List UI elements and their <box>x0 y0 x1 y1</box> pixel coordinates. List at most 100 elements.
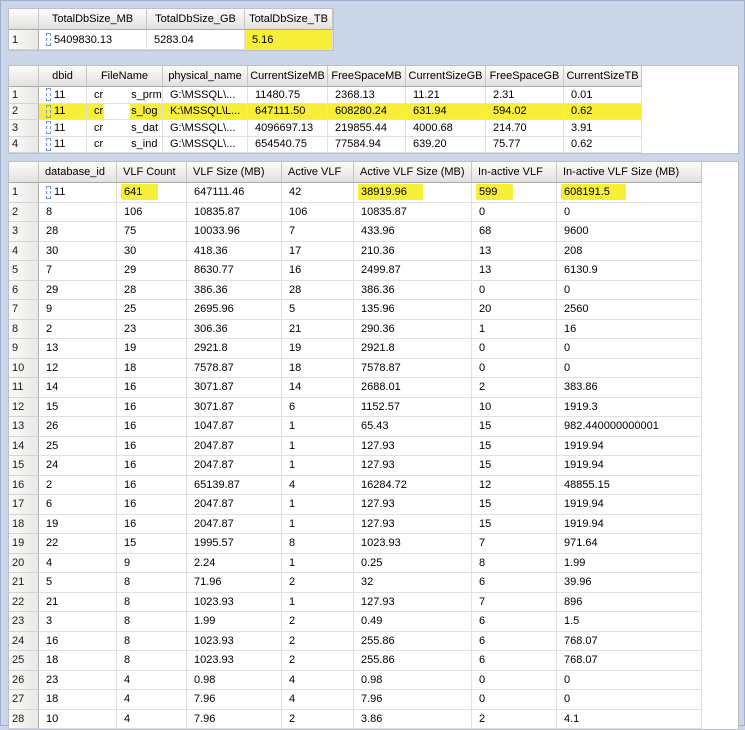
cell[interactable]: 2499.87 <box>354 261 472 281</box>
cell[interactable]: 6 <box>472 612 557 632</box>
cell[interactable]: 1 <box>282 514 354 534</box>
cell[interactable]: 15 <box>472 436 557 456</box>
cell[interactable]: 28 <box>39 222 117 242</box>
cell[interactable]: 1.99 <box>187 612 282 632</box>
cell[interactable]: 647111.46 <box>187 183 282 203</box>
row-header[interactable]: 23 <box>9 612 39 632</box>
cell[interactable]: 30 <box>39 241 117 261</box>
cell[interactable]: 106 <box>117 202 187 222</box>
cell[interactable]: 2 <box>472 378 557 398</box>
cell[interactable]: 768.07 <box>557 651 702 671</box>
cell[interactable]: 15 <box>472 495 557 515</box>
cell[interactable]: 14 <box>39 378 117 398</box>
cell[interactable]: 0 <box>557 670 702 690</box>
cell[interactable]: 1 <box>282 436 354 456</box>
row-header[interactable]: 13 <box>9 417 39 437</box>
cell[interactable]: 1919.94 <box>557 456 702 476</box>
cell[interactable]: 2921.8 <box>354 339 472 359</box>
cell[interactable]: 65.43 <box>354 417 472 437</box>
row-header[interactable]: 24 <box>9 631 39 651</box>
cell[interactable]: 30 <box>117 241 187 261</box>
cell[interactable]: 971.64 <box>557 534 702 554</box>
cell[interactable]: 18 <box>282 358 354 378</box>
cell[interactable]: cr s_dat <box>87 120 163 137</box>
cell[interactable]: 1047.87 <box>187 417 282 437</box>
row-header[interactable]: 10 <box>9 358 39 378</box>
column-header-totaldbsize-mb[interactable]: TotalDbSize_MB <box>39 9 147 30</box>
cell[interactable]: 3.86 <box>354 709 472 729</box>
cell[interactable]: 6 <box>472 651 557 671</box>
column-header-dbid[interactable]: dbid <box>39 66 87 87</box>
cell[interactable]: 1919.94 <box>557 495 702 515</box>
row-header[interactable]: 3 <box>9 120 39 137</box>
cell[interactable]: 4 <box>282 475 354 495</box>
cell[interactable]: K:\MSSQL\L... <box>163 103 248 120</box>
cell[interactable]: 2 <box>282 631 354 651</box>
cell[interactable]: 23 <box>39 670 117 690</box>
cell[interactable]: 15 <box>472 456 557 476</box>
cell[interactable]: 18 <box>39 690 117 710</box>
row-header[interactable]: 12 <box>9 397 39 417</box>
column-header-active-vlf-size-mb[interactable]: Active VLF Size (MB) <box>354 162 472 183</box>
cell[interactable]: 4 <box>117 670 187 690</box>
cell[interactable]: 0.98 <box>354 670 472 690</box>
cell[interactable]: 28 <box>117 280 187 300</box>
cell[interactable]: 4 <box>117 709 187 729</box>
cell[interactable]: 11480.75 <box>248 87 328 104</box>
cell[interactable]: 15 <box>472 514 557 534</box>
cell[interactable]: 127.93 <box>354 436 472 456</box>
cell[interactable]: 2047.87 <box>187 514 282 534</box>
cell[interactable]: 0.62 <box>564 103 642 120</box>
cell[interactable]: 4 <box>117 690 187 710</box>
row-header[interactable]: 4 <box>9 136 39 153</box>
column-header-currentsizemb[interactable]: CurrentSizeMB <box>248 66 328 87</box>
cell[interactable]: 127.93 <box>354 495 472 515</box>
cell[interactable]: 65139.87 <box>187 475 282 495</box>
cell[interactable]: 15 <box>472 417 557 437</box>
cell[interactable]: 7 <box>39 261 117 281</box>
cell[interactable]: 2921.8 <box>187 339 282 359</box>
cell[interactable]: 10 <box>39 709 117 729</box>
row-header[interactable]: 17 <box>9 495 39 515</box>
cell[interactable]: 11 <box>39 87 87 104</box>
cell[interactable]: 21 <box>282 319 354 339</box>
column-header-filename[interactable]: FileName <box>87 66 163 87</box>
cell[interactable]: 7578.87 <box>354 358 472 378</box>
cell[interactable]: 2 <box>282 573 354 593</box>
cell[interactable]: 19 <box>117 339 187 359</box>
cell[interactable]: 0.01 <box>564 87 642 104</box>
cell[interactable]: 16284.72 <box>354 475 472 495</box>
cell[interactable]: 10835.87 <box>354 202 472 222</box>
cell[interactable]: 12 <box>472 475 557 495</box>
cell[interactable]: 25 <box>39 436 117 456</box>
cell[interactable]: 210.36 <box>354 241 472 261</box>
cell[interactable]: 6 <box>472 573 557 593</box>
cell[interactable]: 3071.87 <box>187 378 282 398</box>
cell[interactable]: 433.96 <box>354 222 472 242</box>
cell[interactable]: 255.86 <box>354 651 472 671</box>
cell[interactable]: 2 <box>282 612 354 632</box>
cell[interactable]: 16 <box>117 378 187 398</box>
cell[interactable]: 5409830.13 <box>39 30 147 50</box>
cell[interactable]: 1152.57 <box>354 397 472 417</box>
cell[interactable]: 896 <box>557 592 702 612</box>
cell[interactable]: 4 <box>282 670 354 690</box>
cell[interactable]: 16 <box>117 397 187 417</box>
cell[interactable]: 7578.87 <box>187 358 282 378</box>
cell[interactable]: 15 <box>39 397 117 417</box>
cell[interactable]: 1995.57 <box>187 534 282 554</box>
row-header[interactable]: 15 <box>9 456 39 476</box>
cell[interactable]: 1 <box>472 319 557 339</box>
cell[interactable]: 135.96 <box>354 300 472 320</box>
cell[interactable]: 8630.77 <box>187 261 282 281</box>
cell[interactable]: 1023.93 <box>187 631 282 651</box>
row-header[interactable]: 7 <box>9 300 39 320</box>
cell[interactable]: 9 <box>39 300 117 320</box>
cell[interactable]: 383.86 <box>557 378 702 398</box>
cell[interactable]: 386.36 <box>354 280 472 300</box>
cell[interactable]: 631.94 <box>406 103 486 120</box>
cell[interactable]: 5.16 <box>245 30 333 50</box>
cell[interactable]: G:\MSSQL\... <box>163 136 248 153</box>
cell[interactable]: 19 <box>282 339 354 359</box>
cell[interactable]: 2047.87 <box>187 495 282 515</box>
